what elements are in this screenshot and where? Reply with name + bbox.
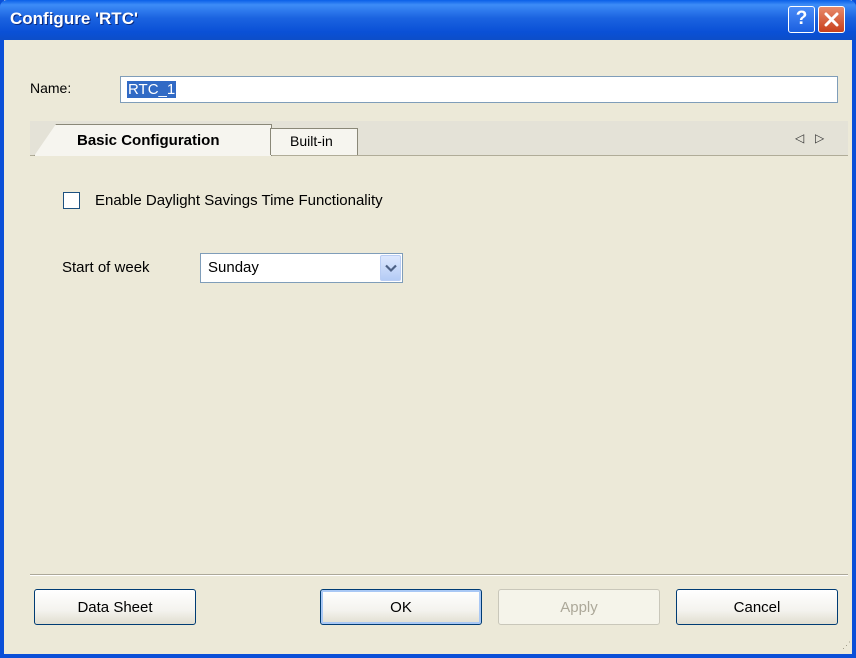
start-of-week-dropdown-button[interactable] — [380, 255, 401, 281]
window-title: Configure 'RTC' — [10, 9, 139, 28]
tab-scroll-left-icon[interactable]: ◁ — [795, 131, 804, 145]
tab-basic-configuration-label: Basic Configuration — [77, 132, 220, 149]
resize-grip-icon[interactable]: ⋰ — [842, 640, 851, 651]
name-input[interactable]: RTC_1 — [120, 76, 838, 103]
help-button[interactable]: ? — [788, 6, 815, 33]
data-sheet-button[interactable]: Data Sheet — [34, 589, 196, 625]
apply-button: Apply — [498, 589, 660, 625]
daylight-savings-checkbox[interactable] — [63, 192, 80, 209]
start-of-week-label: Start of week — [62, 259, 150, 276]
tab-built-in-label: Built-in — [290, 133, 333, 149]
name-label: Name: — [30, 80, 72, 96]
chevron-down-icon — [385, 264, 397, 273]
tab-scroll-right-icon[interactable]: ▷ — [815, 131, 824, 145]
daylight-savings-label[interactable]: Enable Daylight Savings Time Functionali… — [95, 192, 383, 209]
start-of-week-value: Sunday — [208, 259, 259, 276]
name-input-value: RTC_1 — [127, 81, 177, 98]
help-icon: ? — [795, 8, 808, 29]
title-bar[interactable]: Configure 'RTC' ? — [0, 0, 856, 40]
close-button[interactable] — [818, 6, 845, 33]
close-icon — [824, 12, 839, 27]
ok-button[interactable]: OK — [320, 589, 482, 625]
cancel-button[interactable]: Cancel — [676, 589, 838, 625]
footer-separator — [30, 574, 848, 576]
